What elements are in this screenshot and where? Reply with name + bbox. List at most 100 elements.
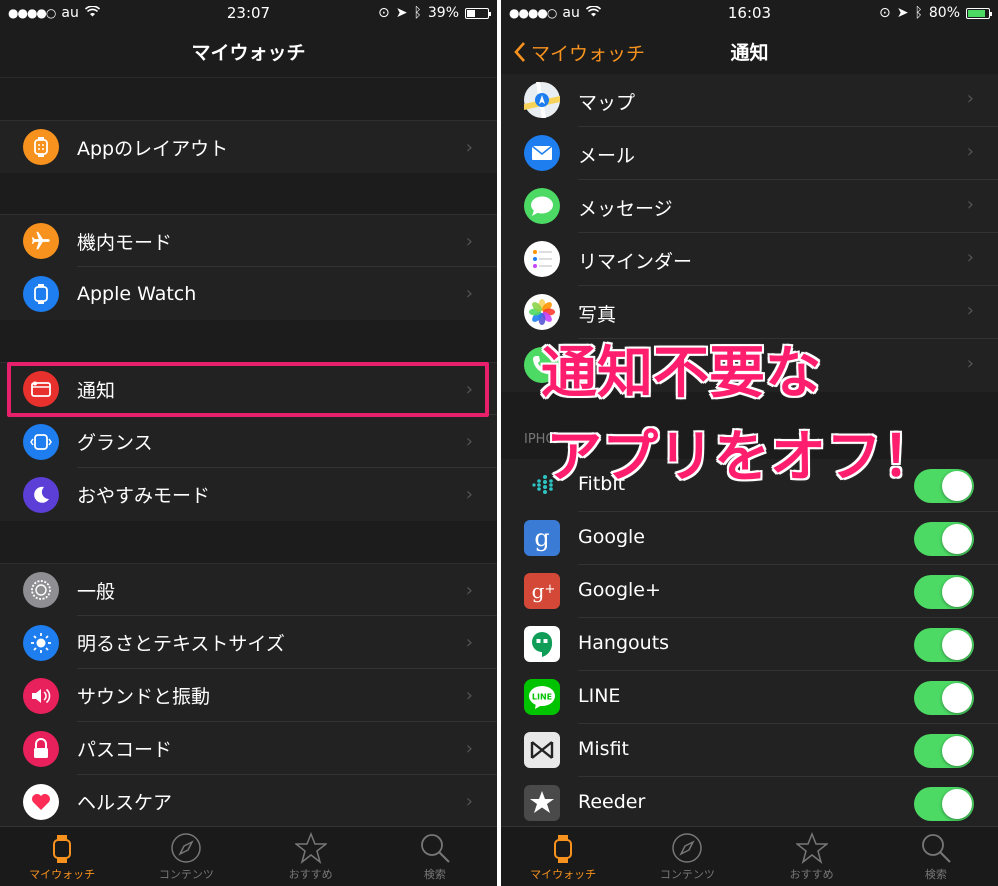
search-icon: [420, 834, 450, 863]
notification-toggle[interactable]: [914, 522, 974, 556]
chevron-right-icon: ›: [465, 632, 473, 653]
heart-icon: [23, 783, 59, 820]
item-label: 明るさとテキストサイズ: [77, 633, 285, 655]
tab-label: 検索: [924, 868, 947, 881]
right-screen: ●●●●○ au 16:03 ⊙ ➤ ᛒ 80% マイウォッチ 通知 マップ ›: [501, 0, 998, 886]
tab-content[interactable]: コンテンツ: [625, 827, 749, 886]
app-row-mail[interactable]: メール ›: [501, 127, 998, 180]
settings-item-health[interactable]: ヘルスケア ›: [0, 775, 497, 828]
chevron-right-icon: ›: [465, 738, 473, 759]
settings-item-sounds[interactable]: サウンドと振動 ›: [0, 669, 497, 722]
item-label: LINE: [578, 685, 621, 707]
speaker-icon: [23, 677, 59, 714]
tab-label: コンテンツ: [158, 868, 214, 881]
tab-label: マイウォッチ: [29, 868, 96, 881]
compass-icon: [672, 833, 703, 863]
reeder-icon: [524, 785, 560, 821]
nav-bar: マイウォッチ: [0, 26, 497, 78]
status-bar: ●●●●○ au 23:07 ⊙ ➤ ᛒ 39%: [0, 0, 497, 26]
tab-my-watch[interactable]: マイウォッチ: [0, 827, 124, 886]
tab-label: おすすめ: [789, 868, 834, 881]
misfit-icon: [524, 732, 560, 768]
app-row-line: LINE LINE: [501, 671, 998, 724]
nav-bar: マイウォッチ 通知: [501, 26, 998, 78]
chevron-left-icon: [514, 42, 525, 62]
tab-label: おすすめ: [288, 868, 333, 881]
app-row-misfit: Misfit: [501, 724, 998, 777]
settings-item-app-layout[interactable]: Appのレイアウト ›: [0, 120, 497, 173]
tab-search[interactable]: 検索: [373, 827, 497, 886]
chevron-right-icon: ›: [465, 791, 473, 812]
svg-text:g: g: [534, 524, 549, 552]
item-label: Hangouts: [578, 632, 670, 654]
settings-item-brightness[interactable]: 明るさとテキストサイズ ›: [0, 616, 497, 669]
app-row-messages[interactable]: メッセージ ›: [501, 180, 998, 233]
messages-icon: [524, 188, 560, 224]
svg-text:g: g: [532, 579, 545, 603]
app-row-maps[interactable]: マップ ›: [501, 74, 998, 127]
app-row-hangouts: Hangouts: [501, 618, 998, 671]
page-title: マイウォッチ: [191, 42, 306, 64]
notification-toggle[interactable]: [914, 787, 974, 821]
item-label: グランス: [77, 432, 153, 454]
chevron-right-icon: ›: [966, 247, 974, 268]
notification-toggle[interactable]: [914, 628, 974, 662]
item-label: 機内モード: [77, 231, 173, 254]
hangouts-icon: [524, 626, 560, 662]
chevron-right-icon: ›: [465, 579, 473, 601]
settings-item-glances[interactable]: グランス ›: [0, 415, 497, 468]
battery-icon: [966, 7, 992, 19]
item-label: Misfit: [578, 738, 629, 760]
settings-item-airplane-mode[interactable]: 機内モード ›: [0, 214, 497, 267]
compass-icon: [171, 833, 202, 863]
google-plus-icon: g +: [524, 573, 560, 609]
watch-icon: [23, 275, 59, 312]
tab-featured[interactable]: おすすめ: [750, 827, 874, 886]
app-row-google: g Google: [501, 512, 998, 565]
highlight-box: [7, 362, 489, 417]
settings-item-apple-watch[interactable]: Apple Watch ›: [0, 267, 497, 320]
watch-tab-icon: [554, 835, 573, 863]
settings-item-general[interactable]: 一般 ›: [0, 563, 497, 616]
maps-icon: [524, 82, 560, 118]
back-button[interactable]: マイウォッチ: [513, 26, 645, 78]
star-icon: [294, 832, 327, 864]
app-row-reeder: Reeder: [501, 777, 998, 830]
airplane-icon: [23, 223, 59, 259]
svg-text:LINE: LINE: [532, 693, 552, 702]
item-label: リマインダー: [578, 251, 693, 273]
chevron-right-icon: ›: [966, 300, 974, 321]
app-row-google-plus: g + Google+: [501, 565, 998, 618]
notification-toggle[interactable]: [914, 681, 974, 715]
chevron-right-icon: ›: [465, 431, 473, 452]
bluetooth-icon: ᛒ: [914, 5, 923, 21]
battery-percent: 39%: [427, 5, 459, 21]
reminders-icon: [524, 241, 560, 277]
chevron-right-icon: ›: [966, 141, 974, 162]
glance-icon: [23, 423, 59, 460]
bluetooth-icon: ᛒ: [413, 5, 422, 21]
tab-my-watch[interactable]: マイウォッチ: [501, 827, 625, 886]
item-label: ヘルスケア: [77, 792, 173, 814]
notification-toggle[interactable]: [914, 575, 974, 609]
item-label: サウンドと振動: [77, 686, 211, 708]
tab-featured[interactable]: おすすめ: [249, 827, 373, 886]
notification-toggle[interactable]: [914, 734, 974, 768]
item-label: Reeder: [578, 791, 646, 813]
tab-search[interactable]: 検索: [874, 827, 998, 886]
status-bar: ●●●●○ au 16:03 ⊙ ➤ ᛒ 80%: [501, 0, 998, 26]
overlay-caption-line2: アプリをオフ！: [545, 424, 940, 492]
settings-item-passcode[interactable]: パスコード ›: [0, 722, 497, 775]
photos-icon: [524, 294, 560, 330]
item-label: Google+: [578, 579, 661, 601]
tab-label: 検索: [423, 868, 446, 881]
item-label: Google: [578, 526, 646, 548]
settings-item-do-not-disturb[interactable]: おやすみモード ›: [0, 468, 497, 521]
svg-text:+: +: [545, 582, 556, 597]
item-label: メッセージ: [578, 198, 673, 220]
battery-percent: 80%: [928, 5, 960, 21]
item-label: おやすみモード: [77, 485, 211, 507]
line-icon: LINE: [524, 679, 560, 715]
app-row-reminders[interactable]: リマインダー ›: [501, 233, 998, 286]
tab-content[interactable]: コンテンツ: [124, 827, 248, 886]
